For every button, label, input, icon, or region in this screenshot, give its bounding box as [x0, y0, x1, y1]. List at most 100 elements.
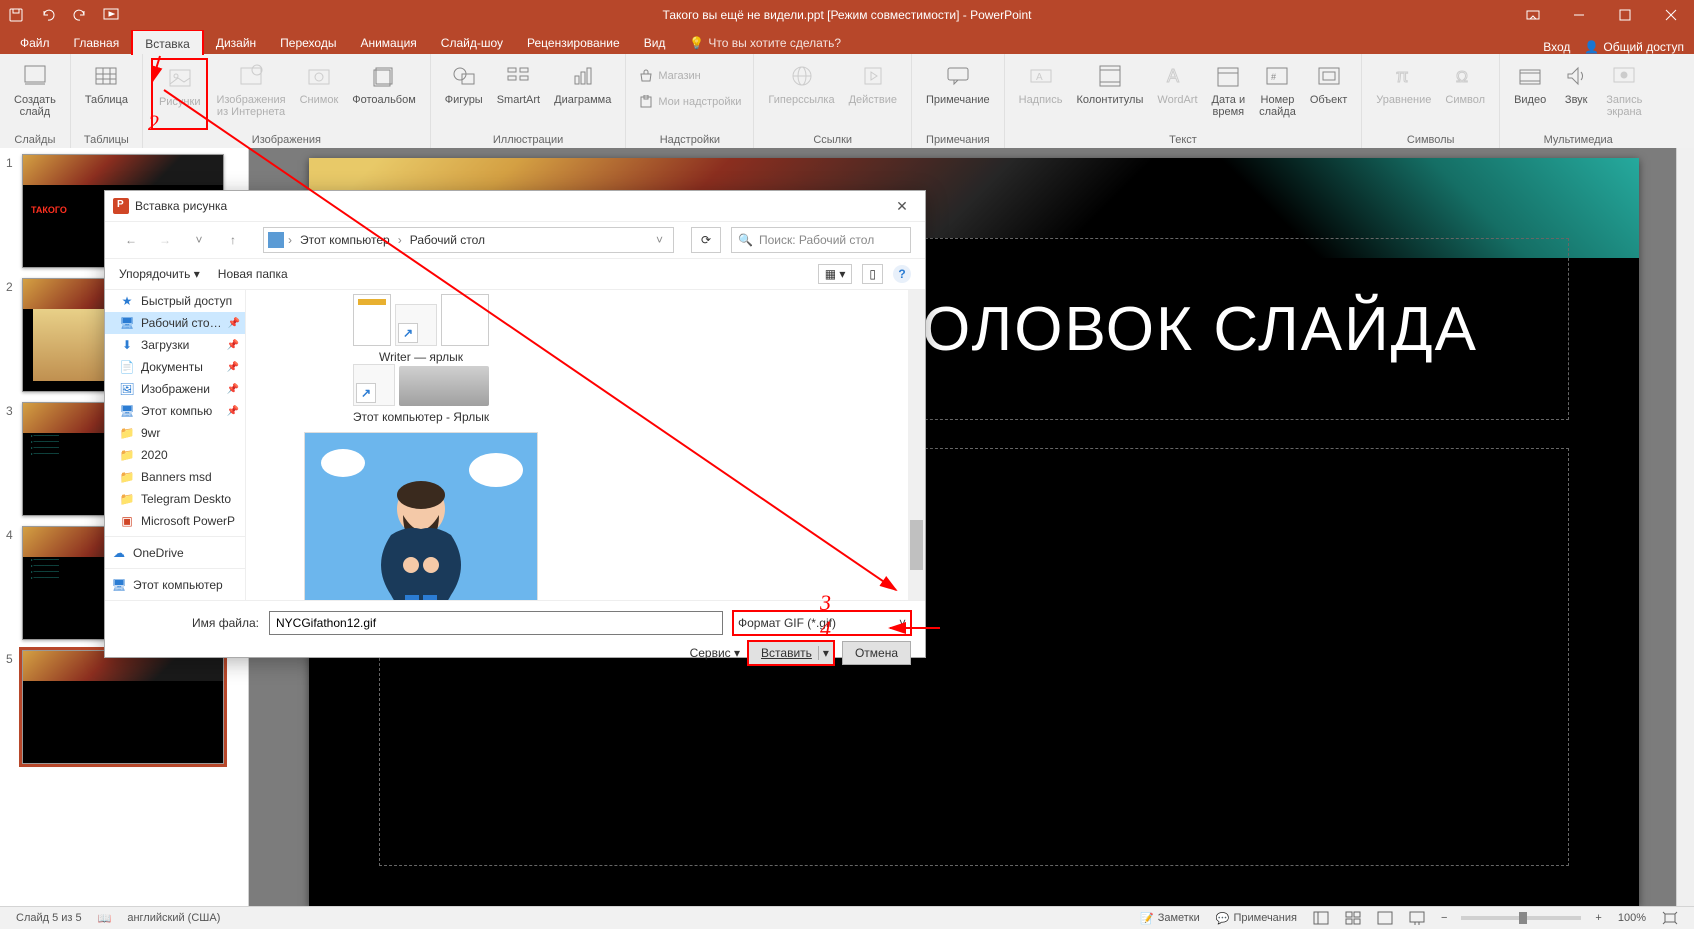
recent-locations-button[interactable]: ˅: [187, 228, 211, 252]
dialog-titlebar[interactable]: Вставка рисунка ✕: [105, 191, 925, 222]
hyperlink-button[interactable]: Гиперссылка: [762, 58, 840, 130]
object-button[interactable]: Объект: [1304, 58, 1353, 130]
tab-transitions[interactable]: Переходы: [268, 30, 348, 54]
breadcrumb-dropdown[interactable]: ˅: [650, 233, 669, 247]
zoom-slider[interactable]: [1461, 916, 1581, 920]
tab-review[interactable]: Рецензирование: [515, 30, 632, 54]
screen-recording-button[interactable]: Запись экрана: [1600, 58, 1648, 130]
address-bar[interactable]: › Этот компьютер › Рабочий стол ˅: [263, 227, 674, 253]
slide-sorter-view-icon[interactable]: [1337, 907, 1369, 929]
forward-button[interactable]: →: [153, 228, 177, 252]
tab-slideshow[interactable]: Слайд-шоу: [429, 30, 515, 54]
slide-number-button[interactable]: #Номер слайда: [1253, 58, 1302, 130]
smartart-button[interactable]: SmartArt: [491, 58, 546, 130]
undo-icon[interactable]: [32, 0, 64, 30]
signin-button[interactable]: Вход: [1543, 40, 1570, 54]
redo-icon[interactable]: [64, 0, 96, 30]
slideshow-view-icon[interactable]: [1401, 907, 1433, 929]
maximize-icon[interactable]: [1602, 0, 1648, 30]
textbox-button[interactable]: AНадпись: [1013, 58, 1069, 130]
zoom-in-button[interactable]: +: [1587, 907, 1609, 929]
organize-button[interactable]: Упорядочить ▾: [119, 267, 200, 281]
language-indicator[interactable]: английский (США): [119, 907, 228, 929]
filetype-select[interactable]: Формат GIF (*.gif) ˅: [733, 611, 911, 635]
sidebar-this-pc[interactable]: 🖥Этот компьютер: [105, 574, 245, 596]
vertical-scrollbar[interactable]: [1676, 148, 1694, 907]
new-slide-button[interactable]: Создать слайд: [8, 58, 62, 130]
view-options-button[interactable]: ▦ ▾: [818, 264, 853, 284]
tell-me-search[interactable]: 💡 Что вы хотите сделать?: [677, 30, 853, 54]
chevron-down-icon[interactable]: ▾: [818, 646, 829, 660]
zoom-level[interactable]: 100%: [1610, 907, 1654, 929]
dialog-close-button[interactable]: ✕: [879, 191, 925, 221]
online-pictures-button[interactable]: Изображения из Интернета: [210, 58, 291, 130]
up-button[interactable]: ↑: [221, 228, 245, 252]
ribbon-display-options-icon[interactable]: [1510, 0, 1556, 30]
cancel-button[interactable]: Отмена: [842, 641, 911, 665]
equation-button[interactable]: πУравнение: [1370, 58, 1437, 130]
tab-design[interactable]: Дизайн: [204, 30, 268, 54]
slide-indicator[interactable]: Слайд 5 из 5: [8, 907, 90, 929]
spellcheck-button[interactable]: 📖: [90, 907, 120, 929]
refresh-button[interactable]: ⟳: [691, 227, 721, 253]
tab-insert[interactable]: Вставка: [131, 29, 204, 55]
chart-button[interactable]: Диаграмма: [548, 58, 617, 130]
reading-view-icon[interactable]: [1369, 907, 1401, 929]
my-addins-button[interactable]: Мои надстройки: [634, 92, 745, 112]
sidebar-folder-2020[interactable]: 📁2020: [105, 444, 245, 466]
sidebar-powerpoint[interactable]: ▣Microsoft PowerP: [105, 510, 245, 532]
minimize-icon[interactable]: [1556, 0, 1602, 30]
help-button[interactable]: ?: [893, 265, 911, 283]
tools-button[interactable]: Сервис ▾: [690, 646, 740, 660]
comment-button[interactable]: Примечание: [920, 58, 996, 130]
file-nycgifathon[interactable]: NYCGifathon12.gif: [256, 432, 586, 600]
sidebar-this-pc-pin[interactable]: 🖥Этот компью📌: [105, 400, 245, 422]
sidebar-documents[interactable]: 📄Документы📌: [105, 356, 245, 378]
save-icon[interactable]: [0, 0, 32, 30]
sidebar-folder-banners[interactable]: 📁Banners msd: [105, 466, 245, 488]
file-this-pc-shortcut[interactable]: ↗ Этот компьютер - Ярлык: [256, 364, 586, 424]
preview-pane-button[interactable]: ▯: [862, 264, 883, 284]
symbol-button[interactable]: ΩСимвол: [1439, 58, 1491, 130]
start-from-beginning-icon[interactable]: [96, 0, 128, 30]
comments-button[interactable]: 💬 Примечания: [1208, 907, 1305, 929]
pictures-button[interactable]: Рисунки: [151, 58, 209, 130]
new-folder-button[interactable]: Новая папка: [218, 267, 288, 281]
action-button[interactable]: Действие: [843, 58, 903, 130]
tab-view[interactable]: Вид: [632, 30, 678, 54]
file-writer-shortcut[interactable]: ↗ Writer — ярлык: [256, 294, 586, 364]
store-button[interactable]: Магазин: [634, 66, 704, 86]
sidebar-pictures[interactable]: 🖼Изображени📌: [105, 378, 245, 400]
sidebar-quick-access[interactable]: ★Быстрый доступ: [105, 290, 245, 312]
tab-home[interactable]: Главная: [62, 30, 132, 54]
close-icon[interactable]: [1648, 0, 1694, 30]
navigation-pane[interactable]: ★Быстрый доступ 🖥Рабочий сто…📌 ⬇Загрузки…: [105, 290, 246, 600]
insert-button[interactable]: Вставить ▾: [748, 641, 834, 665]
back-button[interactable]: ←: [119, 228, 143, 252]
filename-input[interactable]: [269, 611, 723, 635]
tab-file[interactable]: Файл: [8, 30, 62, 54]
file-list-scrollbar[interactable]: [908, 290, 925, 600]
file-list[interactable]: ↗ Writer — ярлык ↗ Этот компьютер - Ярлы…: [246, 290, 925, 600]
wordart-button[interactable]: AWordArt: [1151, 58, 1203, 130]
sidebar-desktop[interactable]: 🖥Рабочий сто…📌: [105, 312, 245, 334]
fit-to-window-button[interactable]: [1654, 907, 1686, 929]
sidebar-onedrive[interactable]: ☁OneDrive: [105, 542, 245, 564]
notes-button[interactable]: 📝 Заметки: [1132, 907, 1208, 929]
shapes-button[interactable]: Фигуры: [439, 58, 489, 130]
tab-animation[interactable]: Анимация: [348, 30, 428, 54]
date-time-button[interactable]: Дата и время: [1206, 58, 1252, 130]
audio-button[interactable]: Звук: [1554, 58, 1598, 130]
header-footer-button[interactable]: Колонтитулы: [1070, 58, 1149, 130]
share-button[interactable]: 👤 Общий доступ: [1584, 40, 1684, 54]
zoom-out-button[interactable]: −: [1433, 907, 1455, 929]
table-button[interactable]: Таблица: [79, 58, 134, 130]
normal-view-icon[interactable]: [1305, 907, 1337, 929]
sidebar-downloads[interactable]: ⬇Загрузки📌: [105, 334, 245, 356]
sidebar-folder-telegram[interactable]: 📁Telegram Deskto: [105, 488, 245, 510]
video-button[interactable]: Видео: [1508, 58, 1552, 130]
sidebar-folder-9wr[interactable]: 📁9wr: [105, 422, 245, 444]
photo-album-button[interactable]: Фотоальбом: [346, 58, 422, 130]
search-input[interactable]: 🔍 Поиск: Рабочий стол: [731, 227, 911, 253]
screenshot-button[interactable]: Снимок: [294, 58, 345, 130]
